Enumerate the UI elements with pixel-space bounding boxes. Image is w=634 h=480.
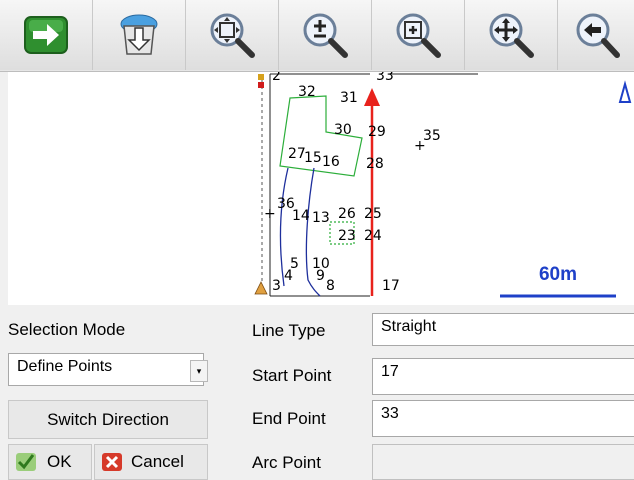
point-label: 32 xyxy=(298,84,316,100)
ok-button[interactable]: OK xyxy=(8,444,92,480)
go-button[interactable] xyxy=(0,0,93,70)
cross-marker: + xyxy=(264,206,276,222)
point-label: 8 xyxy=(326,278,335,294)
zoom-window-button[interactable] xyxy=(372,0,465,70)
back-icon xyxy=(576,13,620,58)
point-label: 24 xyxy=(364,228,382,244)
zoom-extents-icon xyxy=(210,13,255,58)
point-label: 3 xyxy=(272,278,281,294)
switch-direction-label: Switch Direction xyxy=(47,409,169,429)
point-label: 9 xyxy=(316,268,325,284)
map-view[interactable]: + + 2 33 32 31 30 29 35 27 15 16 28 36 1… xyxy=(8,72,634,305)
point-label: 26 xyxy=(338,206,356,222)
point-label: 31 xyxy=(340,90,358,106)
point-label: 2 xyxy=(272,72,281,84)
start-point-field[interactable]: 17 xyxy=(372,358,634,395)
pan-icon xyxy=(489,13,534,58)
start-point-label: Start Point xyxy=(252,366,332,385)
point-label: 23 xyxy=(338,228,356,244)
chevron-down-icon[interactable]: ▾ xyxy=(190,360,208,382)
point-label: 29 xyxy=(368,124,386,140)
selection-mode-dropdown[interactable]: Define Points xyxy=(8,353,204,386)
zoom-in-out-icon xyxy=(303,13,348,58)
arc-point-field[interactable] xyxy=(372,444,634,480)
switch-direction-button[interactable]: Switch Direction xyxy=(8,400,208,439)
start-point-value: 17 xyxy=(381,363,399,380)
scale-label: 60m xyxy=(539,264,577,285)
line-type-value: Straight xyxy=(381,318,437,335)
line-definition-panel: Selection Mode Define Points ▾ Switch Di… xyxy=(0,305,634,480)
point-label: 30 xyxy=(334,122,352,138)
point-label: 16 xyxy=(322,154,340,170)
point-label: 33 xyxy=(376,72,394,84)
cancel-label: Cancel xyxy=(131,452,184,471)
point-label: 14 xyxy=(292,208,310,224)
direction-arrow-icon xyxy=(364,88,380,106)
point-label: 13 xyxy=(312,210,330,226)
ok-label: OK xyxy=(47,452,72,471)
survey-station-icon xyxy=(254,281,268,295)
pan-button[interactable] xyxy=(465,0,558,70)
end-point-value: 33 xyxy=(381,405,399,422)
back-button[interactable] xyxy=(558,0,634,70)
line-type-dropdown[interactable]: Straight xyxy=(372,313,634,346)
selection-mode-value: Define Points xyxy=(17,358,113,375)
selection-mode-label: Selection Mode xyxy=(8,320,126,339)
end-point-field[interactable]: 33 xyxy=(372,400,634,437)
go-arrow-icon xyxy=(24,16,68,54)
north-arrow-icon xyxy=(618,80,632,103)
point-label: 17 xyxy=(382,278,400,294)
end-point-label: End Point xyxy=(252,409,326,428)
save-button[interactable] xyxy=(93,0,186,70)
point-label: 35 xyxy=(423,128,441,144)
toolbar xyxy=(0,0,634,72)
zoom-in-out-button[interactable] xyxy=(279,0,372,70)
point-label: 28 xyxy=(366,156,384,172)
cancel-x-icon xyxy=(102,453,122,471)
point-label: 25 xyxy=(364,206,382,222)
point-label: 15 xyxy=(304,150,322,166)
save-download-icon xyxy=(120,14,158,55)
zoom-window-icon xyxy=(396,13,441,58)
point-label: 4 xyxy=(284,268,293,284)
checkmark-icon xyxy=(16,453,36,471)
point-marker xyxy=(258,82,264,88)
cancel-button[interactable]: Cancel xyxy=(94,444,208,480)
point-marker xyxy=(258,74,264,80)
line-type-label: Line Type xyxy=(252,321,326,340)
zoom-extents-button[interactable] xyxy=(186,0,279,70)
arc-point-label: Arc Point xyxy=(252,453,321,472)
